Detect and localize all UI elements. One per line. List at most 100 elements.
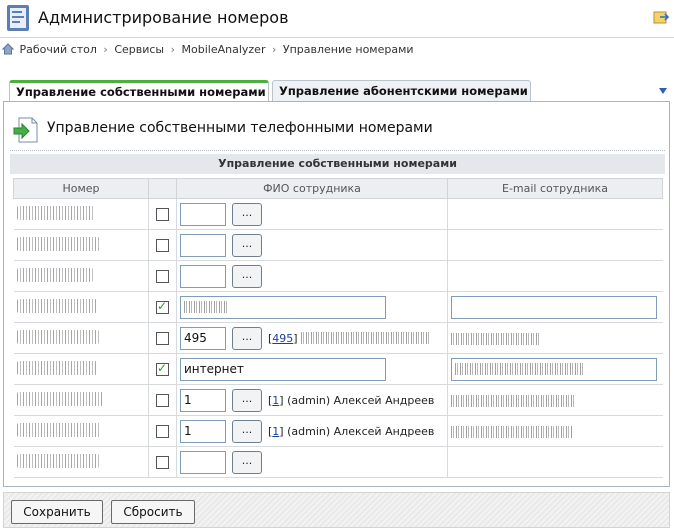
breadcrumb: Рабочий стол › Сервисы › MobileAnalyzer … (0, 40, 414, 60)
save-button[interactable]: Сохранить (11, 500, 103, 524)
redacted-number (16, 391, 103, 406)
number-cell (13, 322, 149, 354)
email-cell (447, 198, 663, 230)
table-header-row: Номер ФИО сотрудника E-mail сотрудника (13, 178, 663, 199)
employee-id-link[interactable]: 1 (272, 425, 279, 438)
pick-employee-button[interactable]: ... (232, 233, 262, 257)
redacted-number (16, 329, 99, 344)
employee-id-link[interactable]: 1 (272, 394, 279, 407)
document-arrow-icon (13, 117, 38, 143)
table-row: 1... [1] (admin) Алексей Андреев (13, 415, 663, 447)
column-header-fio: ФИО сотрудника (176, 178, 448, 199)
row-checkbox[interactable] (156, 361, 169, 376)
email-input[interactable] (451, 295, 657, 319)
table-row: ... (13, 260, 663, 292)
row-checkbox[interactable] (156, 424, 169, 438)
own-numbers-panel: Управление собственными телефонными номе… (3, 101, 670, 487)
email-input[interactable] (451, 357, 657, 381)
redacted-number (16, 453, 99, 468)
row-checkbox[interactable] (156, 269, 169, 283)
column-header-email: E-mail сотрудника (447, 178, 663, 199)
redacted-number (16, 267, 93, 282)
page-title: Администрирование номеров (38, 8, 289, 27)
row-checkbox[interactable] (156, 331, 169, 345)
row-checkbox[interactable] (156, 393, 169, 407)
column-header-number: Номер (13, 178, 149, 199)
employee-name: (admin) Алексей Андреев (287, 393, 435, 407)
fio-input[interactable]: 1 (180, 388, 226, 412)
table-row: интернет (13, 353, 663, 385)
row-checkbox[interactable] (156, 455, 169, 469)
fio-input[interactable]: 1 (180, 419, 226, 443)
export-icon[interactable] (653, 9, 669, 25)
redacted-number (16, 205, 95, 220)
tab-subscriber-numbers[interactable]: Управление абонентскими номерами (272, 80, 531, 102)
fio-input[interactable] (180, 450, 226, 474)
breadcrumb-separator: › (170, 43, 176, 56)
table-row (13, 291, 663, 323)
number-cell (13, 291, 149, 323)
employee-link-group: [1] (admin) Алексей Андреев (268, 424, 435, 438)
redacted-email (455, 363, 585, 375)
fio-input[interactable] (180, 264, 226, 288)
form-footer: Сохранить Сбросить (3, 492, 670, 528)
panel-title: Управление собственными телефонными номе… (47, 120, 433, 136)
redacted-number (16, 360, 97, 375)
phone-book-icon (7, 5, 29, 31)
row-checkbox[interactable] (156, 207, 169, 221)
page-header: Администрирование номеров (0, 0, 674, 38)
fio-input[interactable]: 495 (180, 326, 226, 350)
number-cell (13, 415, 149, 447)
employee-link-group: [495] (268, 331, 298, 345)
table-row: ... (13, 229, 663, 261)
number-cell (13, 229, 149, 261)
redacted-number (16, 236, 101, 251)
employee-name: (admin) Алексей Андреев (287, 424, 435, 438)
redacted-email (451, 332, 541, 345)
row-checkbox[interactable] (156, 238, 169, 252)
pick-employee-button[interactable]: ... (232, 388, 262, 412)
email-cell (447, 446, 663, 478)
fio-input[interactable] (180, 202, 226, 226)
row-checkbox[interactable] (156, 299, 169, 314)
employee-link-group: [1] (admin) Алексей Андреев (268, 393, 435, 407)
tab-own-numbers[interactable]: Управление собственными номерами (9, 80, 269, 103)
breadcrumb-current: Управление номерами (282, 43, 414, 56)
tab-menu-arrow-icon[interactable] (658, 87, 668, 95)
pick-employee-button[interactable]: ... (232, 202, 262, 226)
redacted-email (451, 394, 576, 407)
reset-button[interactable]: Сбросить (111, 500, 195, 524)
pick-employee-button[interactable]: ... (232, 326, 262, 350)
email-cell (447, 229, 663, 261)
redacted-email (451, 425, 573, 438)
divider (10, 150, 665, 151)
email-cell (447, 260, 663, 292)
table-row: 495... [495] (13, 322, 663, 354)
fio-input[interactable] (180, 295, 386, 319)
redacted-number (16, 298, 97, 313)
email-cell (447, 415, 663, 447)
pick-employee-button[interactable]: ... (232, 264, 262, 288)
email-cell (447, 322, 663, 354)
pick-employee-button[interactable]: ... (232, 419, 262, 443)
email-cell (447, 384, 663, 416)
number-cell (13, 260, 149, 292)
table-row: ... (13, 446, 663, 478)
redacted-value (184, 301, 228, 313)
number-cell (13, 384, 149, 416)
fio-input[interactable]: интернет (180, 357, 386, 381)
column-header-check (148, 178, 177, 199)
number-cell (13, 353, 149, 385)
breadcrumb-desktop[interactable]: Рабочий стол (20, 43, 97, 56)
home-icon (2, 43, 14, 55)
breadcrumb-separator: › (103, 43, 108, 56)
grid-caption: Управление собственными номерами (10, 154, 665, 174)
table-row: 1... [1] (admin) Алексей Андреев (13, 384, 663, 416)
fio-input[interactable] (180, 233, 226, 257)
breadcrumb-services[interactable]: Сервисы (114, 43, 164, 56)
number-cell (13, 198, 149, 230)
breadcrumb-mobileanalyzer[interactable]: MobileAnalyzer (182, 43, 266, 56)
redacted-employee (301, 332, 432, 344)
employee-id-link[interactable]: 495 (272, 332, 293, 345)
pick-employee-button[interactable]: ... (232, 450, 262, 474)
